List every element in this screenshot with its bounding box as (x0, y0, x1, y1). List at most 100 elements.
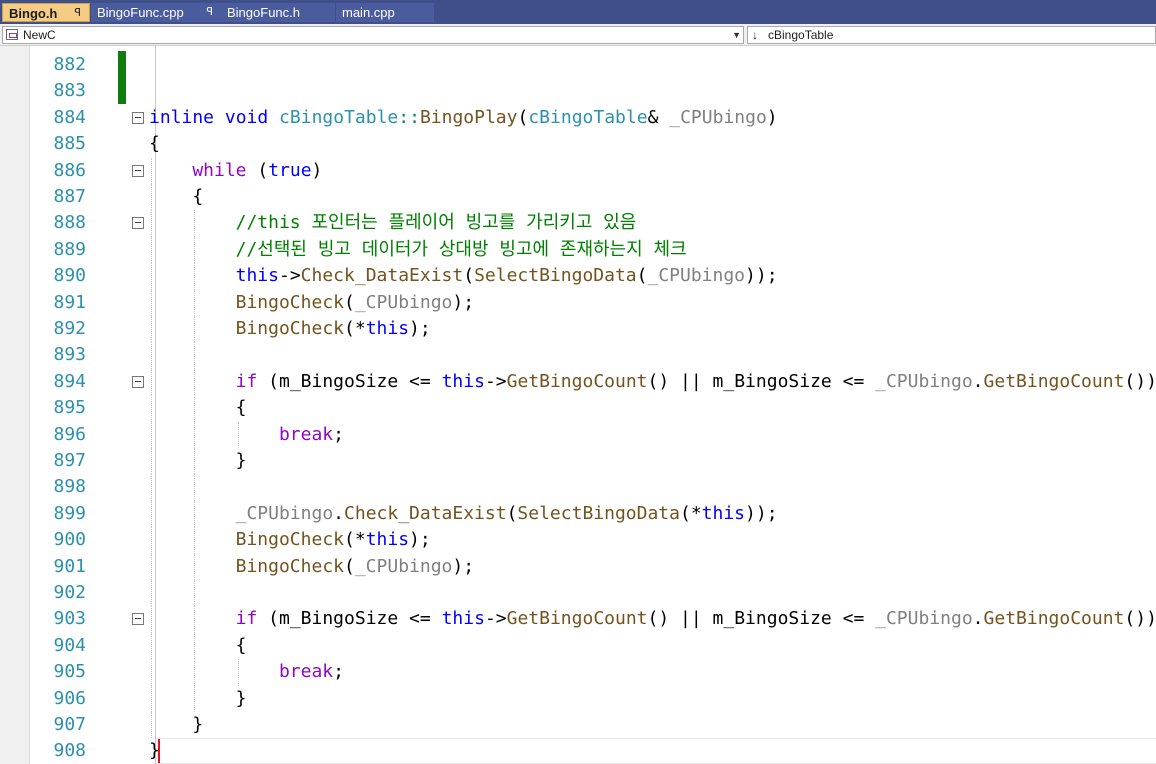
code-token: ) (311, 159, 323, 181)
code-line[interactable]: 884 inline void cBingoTable::BingoPlay(cB… (0, 105, 1156, 131)
indent-guide (151, 289, 152, 316)
code-text: } (192, 712, 203, 738)
code-line[interactable]: 887 { (0, 184, 1156, 211)
collapse-icon[interactable] (132, 164, 144, 177)
code-line[interactable]: 882 (0, 52, 1156, 78)
code-token: BingoPlay (419, 106, 518, 128)
tab-bingofunc-cpp[interactable]: BingoFunc.cpp ꟼ (91, 3, 221, 22)
code-line[interactable]: 900 BingoCheck(*this); (0, 527, 1156, 554)
code-line[interactable]: 890 this->Check_DataExist(SelectBingoData… (0, 263, 1156, 290)
code-line[interactable]: 897} (0, 448, 1156, 475)
code-line[interactable]: 885 { (0, 131, 1156, 157)
line-number: 901 (53, 555, 86, 577)
code-line[interactable]: 906} (0, 685, 1156, 712)
code-line[interactable]: 903 if (m_BingoSize <= this->GetBingoCoun… (0, 606, 1156, 633)
code-token: ); (409, 529, 431, 551)
code-token: void (214, 106, 269, 128)
line-number: 896 (53, 423, 86, 445)
code-token: m_BingoSize (279, 608, 399, 630)
indent-guide (194, 342, 196, 369)
collapse-icon[interactable] (132, 375, 144, 388)
indent-guide (194, 474, 196, 501)
code-token: ); (452, 555, 475, 577)
collapse-icon[interactable] (132, 217, 144, 230)
member-label: cBingoTable (768, 28, 834, 42)
code-token: -> (278, 265, 301, 287)
code-token: ( (344, 291, 355, 313)
code-token: cBingoTable (528, 106, 648, 128)
indent-guide (151, 685, 152, 712)
code-token: ( (506, 502, 518, 524)
code-token: BingoCheck (235, 318, 344, 339)
code-token: cBingoTable (268, 106, 399, 128)
code-line[interactable]: 886 while (true) (0, 157, 1156, 184)
code-token: (* (344, 529, 366, 551)
code-line[interactable]: 901 BingoCheck(_CPUbingo); (0, 553, 1156, 580)
code-line[interactable]: 891 BingoCheck(_CPUbingo); (0, 289, 1156, 316)
code-token: ; (333, 661, 344, 683)
code-line[interactable]: 899 _CPUbingo.Check_DataExist(SelectBingo… (0, 500, 1156, 528)
tab-bingofunc-h[interactable]: BingoFunc.h (221, 3, 335, 22)
code-token: { (192, 186, 204, 207)
code-token: SelectBingoData (474, 265, 637, 287)
code-token: _CPUbingo (647, 265, 746, 287)
indent-guide (151, 316, 152, 343)
code-line[interactable]: 892 BingoCheck(*this); (0, 316, 1156, 343)
code-token: _CPUbingo (875, 370, 973, 392)
code-token: ); (409, 318, 431, 339)
code-token: )); (745, 265, 778, 287)
line-number: 887 (53, 186, 86, 207)
code-token: ) (766, 106, 778, 128)
pin-icon[interactable]: ꟼ (74, 4, 81, 21)
line-number: 902 (53, 582, 86, 603)
code-token: <= (831, 608, 876, 630)
code-line[interactable]: 895 { (0, 395, 1156, 422)
code-token: ( (257, 370, 279, 392)
code-text: BingoCheck(_CPUbingo); (236, 554, 474, 580)
indent-guide (151, 210, 152, 237)
scope-label: NewC (23, 28, 56, 42)
member-dropdown[interactable]: ↓ cBingoTable (747, 26, 1156, 44)
code-token: _CPUbingo (875, 608, 973, 630)
code-line[interactable]: 905 break; (0, 659, 1156, 686)
code-line[interactable]: 893 (0, 342, 1156, 369)
code-token: ()) (1124, 608, 1156, 630)
line-number: 883 (53, 80, 86, 102)
code-line[interactable]: 908} (0, 738, 1156, 764)
tab-main-cpp[interactable]: main.cpp (336, 3, 434, 22)
collapse-icon[interactable] (132, 613, 144, 626)
tab-label: BingoFunc.cpp (97, 5, 184, 20)
code-editor[interactable]: 882 883884 inline void cBingoTable::BingoP… (0, 46, 1156, 764)
code-token: true (268, 159, 312, 181)
code-token: _CPUbingo (235, 502, 334, 524)
code-text: BingoCheck(*this); (236, 316, 431, 342)
code-line[interactable]: 883 (0, 78, 1156, 104)
code-token: } (235, 450, 247, 471)
line-number: 904 (53, 634, 86, 656)
code-line[interactable]: 904 { (0, 632, 1156, 660)
code-line[interactable]: 898 (0, 474, 1156, 501)
code-text: if (m_BingoSize <= this->GetBingoCount()… (236, 369, 1156, 395)
pin-icon[interactable]: ꟼ (206, 3, 213, 22)
indent-guide (194, 421, 196, 448)
scope-dropdown[interactable]: NewC ▼ (2, 26, 744, 44)
code-text: this->Check_DataExist(SelectBingoData(_C… (236, 263, 778, 289)
code-line[interactable]: 896 break; (0, 421, 1156, 448)
indent-guide (151, 527, 152, 554)
code-line[interactable]: 889 //선택된 빙고 데이터가 상대방 빙고에 존재하는지 체크 (0, 236, 1156, 264)
code-line[interactable]: 888 //this 포인터는 플레이어 빙고를 가리키고 있음 (0, 210, 1156, 237)
code-line[interactable]: 907} (0, 712, 1156, 739)
code-token: GetBingoCount (983, 370, 1125, 392)
code-token: () || (647, 608, 713, 630)
code-line[interactable]: 902 (0, 580, 1156, 607)
indent-guide (151, 474, 152, 501)
code-line[interactable]: 894 if (m_BingoSize <= this->GetBingoCoun… (0, 368, 1156, 396)
collapse-icon[interactable] (132, 111, 144, 124)
code-token: { (149, 133, 160, 155)
code-token: this (441, 608, 485, 630)
indent-guide (151, 606, 152, 633)
indent-guide (237, 659, 239, 686)
tab-bingo-h[interactable]: Bingo.h ꟼ (2, 3, 90, 22)
member-arrow-icon: ↓ (752, 28, 758, 42)
line-number: 895 (53, 397, 86, 419)
